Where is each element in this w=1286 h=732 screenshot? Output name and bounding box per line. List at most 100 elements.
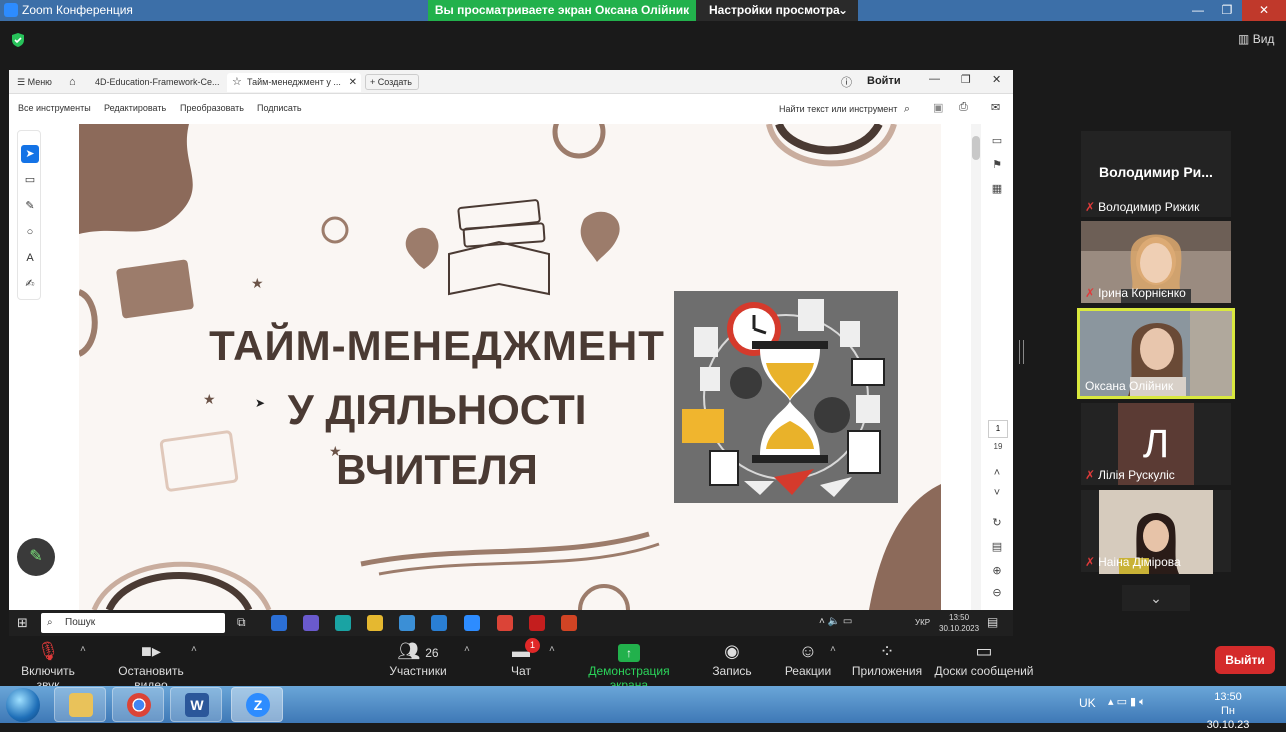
tray-icons[interactable]: ˄ 🔈 ▭ [819, 616, 852, 627]
rotate-icon[interactable]: ↻ [988, 514, 1006, 532]
powerpoint-icon[interactable] [561, 615, 577, 631]
right-toolbar: ▭ ⚑ ▦ 1 19 ˄ ˅ ↻ ▤ ⊕ ⊖ [985, 130, 1009, 610]
apps-icon: ⁘ [879, 641, 895, 661]
zoom-out-icon[interactable]: ⊖ [988, 584, 1006, 602]
record-button[interactable]: ◉ Запись [707, 636, 757, 686]
windows-start-orb-icon[interactable] [6, 688, 40, 722]
split-handle[interactable] [1019, 340, 1024, 364]
participant-tile-active-speaker[interactable]: Оксана Олійник [1077, 308, 1235, 399]
pen-tool-icon[interactable]: ✎ [21, 197, 39, 215]
bookmark-icon[interactable]: ⚑ [988, 156, 1006, 174]
draw-pencil-icon[interactable]: ✎ [17, 538, 55, 576]
page-total: 19 [993, 442, 1003, 451]
reactions-button[interactable]: ☺ Реакции [782, 636, 834, 686]
taskbar-app-icon[interactable] [271, 615, 287, 631]
video-options-chevron-icon[interactable]: ˄ [191, 644, 197, 655]
inner-language[interactable]: УКР [915, 618, 930, 627]
security-shield-icon[interactable] [10, 32, 26, 48]
page-down-icon[interactable]: ˅ [988, 484, 1006, 502]
notification-icon[interactable]: ▤ [987, 615, 998, 629]
create-label: Создать [377, 77, 412, 87]
mic-muted-icon: 🎙︎ [36, 641, 60, 661]
view-button[interactable]: ▥ Вид [1238, 32, 1274, 46]
mail-icon[interactable] [431, 615, 447, 631]
zoom-in-icon[interactable]: ⊕ [988, 562, 1006, 580]
chrome-icon[interactable] [497, 615, 513, 631]
taskbar-app-icon[interactable] [303, 615, 319, 631]
acrobat-icon[interactable] [529, 615, 545, 631]
word-taskbar-button[interactable]: W [170, 687, 222, 722]
page-up-icon[interactable]: ˄ [988, 464, 1006, 482]
language-indicator[interactable]: UK [1079, 696, 1096, 710]
participants-button[interactable]: 👥︎ 26 Участники [386, 636, 450, 686]
left-toolbar: ➤ ▭ ✎ ○ A ✍ [17, 130, 41, 300]
participant-tile[interactable]: Л ✗ Лілія Рускуліс [1081, 403, 1231, 485]
tab-document-2[interactable]: ☆ Тайм-менеджмент у ... ✕ [227, 73, 361, 92]
participant-tile[interactable]: Володимир Ри... ✗ Володимир Рижик [1081, 131, 1231, 217]
select-tool-icon[interactable]: ➤ [21, 145, 39, 163]
comments-icon[interactable]: ▭ [988, 132, 1006, 150]
create-button[interactable]: + Создать [365, 74, 419, 90]
record-icon: ◉ [724, 641, 740, 661]
tab-document-1[interactable]: 4D-Education-Framework-Ce... [95, 74, 220, 90]
close-button[interactable]: ✕ [1242, 0, 1286, 21]
menu-convert[interactable]: Преобразовать [180, 103, 244, 113]
share-screen-button[interactable]: ↑ Демонстрация экрана [568, 636, 690, 692]
thumbnails-icon[interactable]: ▦ [988, 180, 1006, 198]
explorer-taskbar-button[interactable] [54, 687, 106, 722]
edge-icon[interactable] [335, 615, 351, 631]
chat-chevron-icon[interactable]: ˄ [549, 644, 555, 655]
help-icon[interactable]: ⓘ [841, 74, 852, 90]
participant-tile[interactable]: ✗ Ірина Корнієнко [1081, 221, 1231, 303]
maximize-button[interactable]: ❐ [1212, 0, 1242, 21]
folder-icon[interactable] [367, 615, 383, 631]
login-button[interactable]: Войти [867, 75, 901, 87]
whiteboards-button[interactable]: ▭ Доски сообщений [934, 636, 1034, 686]
print-icon[interactable]: ⎙ [959, 101, 968, 114]
store-icon[interactable] [399, 615, 415, 631]
save-icon[interactable]: ▣ [933, 101, 943, 114]
participant-tile[interactable]: ✗ Наіна Дімірова [1081, 490, 1231, 574]
stop-video-button[interactable]: ■▸ Остановить видео [100, 636, 202, 692]
participants-label: Участники [389, 664, 447, 678]
taskbar-search-input[interactable]: ⌕ Пошук [41, 613, 225, 633]
system-clock[interactable]: 13:50 Пн 30.10.23 [1200, 690, 1256, 732]
participants-chevron-icon[interactable]: ˄ [464, 644, 470, 655]
scrollbar-thumb[interactable] [972, 136, 980, 160]
export-page-icon[interactable]: ▤ [988, 538, 1006, 556]
lasso-tool-icon[interactable]: ○ [21, 223, 39, 241]
acrobat-close-button[interactable]: ✕ [992, 73, 1001, 86]
windows-start-icon[interactable]: ⊞ [17, 615, 28, 631]
minimize-button[interactable]: — [1183, 0, 1213, 21]
apps-button[interactable]: ⁘ Приложения [850, 636, 924, 686]
find-text-input[interactable]: Найти текст или инструмент ⌕ [779, 103, 910, 116]
mic-muted-icon: ✗ [1085, 200, 1096, 214]
unmute-button[interactable]: 🎙︎ Включить звук [8, 636, 88, 692]
chrome-taskbar-button[interactable] [112, 687, 164, 722]
zoom-app-icon[interactable] [464, 615, 480, 631]
menu-sign[interactable]: Подписать [257, 103, 302, 113]
email-icon[interactable]: ✉ [991, 101, 1000, 114]
leave-button[interactable]: Выйти [1215, 646, 1275, 674]
inner-date: 30.10.2023 [939, 624, 980, 633]
view-settings-button[interactable]: Настройки просмотра ⌄ [696, 0, 858, 21]
tray-icons[interactable]: ▴ ▭ ▮ 🔈︎ [1108, 695, 1146, 709]
close-tab-icon[interactable]: ✕ [349, 73, 357, 92]
comment-tool-icon[interactable]: ▭ [21, 171, 39, 189]
sign-tool-icon[interactable]: ✍ [21, 275, 39, 293]
zoom-taskbar-button[interactable]: Z [231, 687, 283, 722]
menu-edit[interactable]: Редактировать [104, 103, 166, 113]
text-tool-icon[interactable]: A [21, 249, 39, 267]
acrobat-restore-button[interactable]: ❐ [961, 73, 971, 86]
participants-scroll-down-icon[interactable]: ⌄ [1122, 585, 1190, 611]
acrobat-menu-button[interactable]: ☰ Меню [17, 74, 52, 90]
reactions-chevron-icon[interactable]: ˄ [830, 644, 836, 655]
page-number-input[interactable]: 1 [988, 420, 1008, 438]
menu-all-tools[interactable]: Все инструменты [18, 103, 91, 113]
participant-label: ✗ Володимир Рижик [1085, 200, 1199, 214]
audio-options-chevron-icon[interactable]: ˄ [80, 644, 86, 655]
acrobat-minimize-button[interactable]: — [929, 73, 940, 85]
document-scrollbar[interactable] [971, 124, 981, 610]
home-icon[interactable]: ⌂ [69, 74, 76, 90]
task-view-icon[interactable]: ⧉ [237, 615, 246, 630]
